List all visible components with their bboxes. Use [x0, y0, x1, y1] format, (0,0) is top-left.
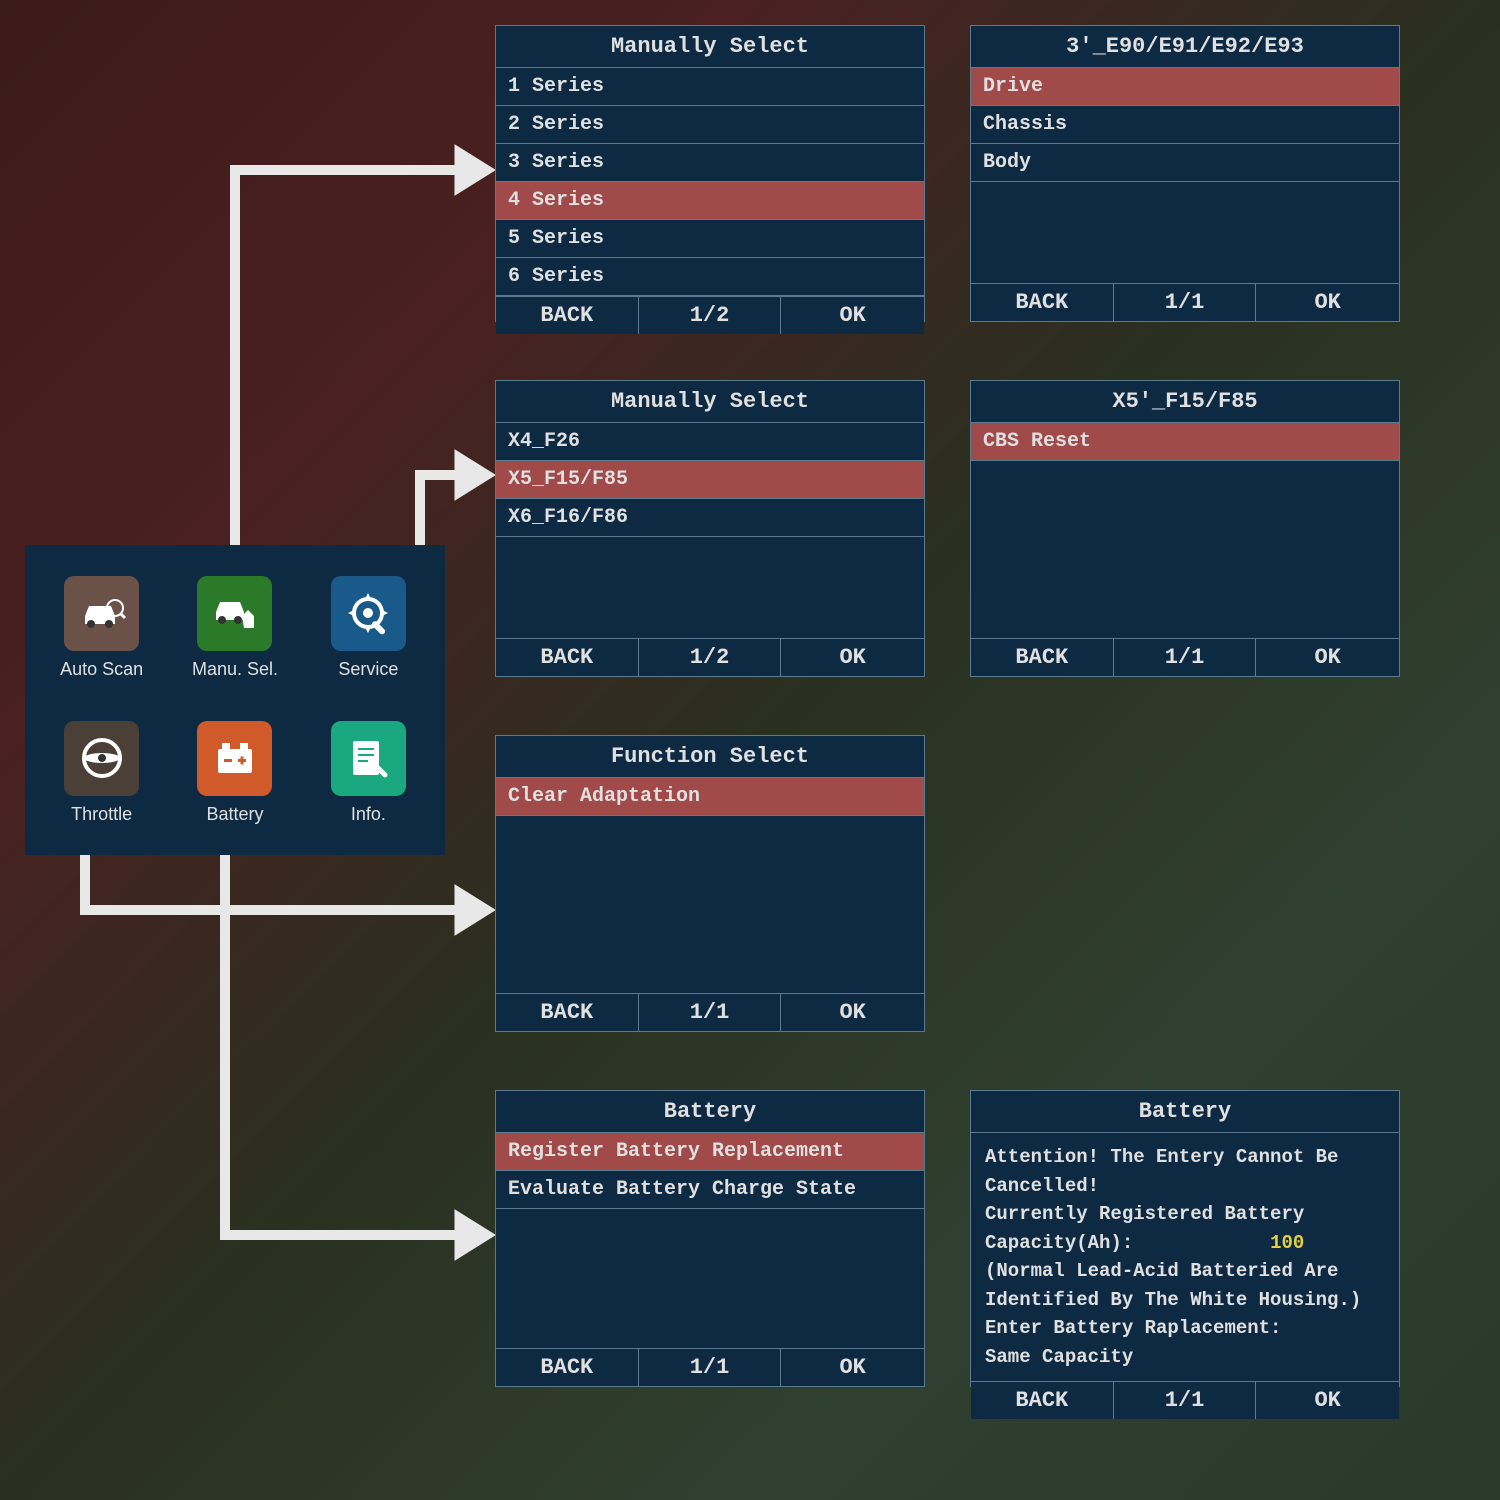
screen-title: Function Select [496, 736, 924, 778]
ok-button[interactable]: OK [1256, 284, 1399, 321]
list-item[interactable]: 1 Series [496, 68, 924, 106]
list-item[interactable]: Chassis [971, 106, 1399, 144]
screen-title: Manually Select [496, 26, 924, 68]
screen-title: Manually Select [496, 381, 924, 423]
screen-battery-info: Battery Attention! The Entery Cannot Be … [970, 1090, 1400, 1387]
menu-label: Throttle [71, 804, 132, 825]
info-text: Attention! The Entery Cannot Be Cancelle… [971, 1133, 1399, 1381]
ok-button[interactable]: OK [1256, 639, 1399, 676]
info-line: Enter Battery Raplacement: [985, 1317, 1281, 1339]
page-indicator: 1/1 [1114, 284, 1257, 321]
screen-title: Battery [496, 1091, 924, 1133]
menu-item-manusel[interactable]: Manu. Sel. [173, 560, 296, 695]
screen-manually-select-x: Manually Select X4_F26 X5_F15/F85 X6_F16… [495, 380, 925, 677]
page-indicator: 1/1 [639, 994, 782, 1031]
list-item[interactable]: CBS Reset [971, 423, 1399, 461]
back-button[interactable]: BACK [496, 1349, 639, 1386]
back-button[interactable]: BACK [496, 639, 639, 676]
list-item[interactable]: Drive [971, 68, 1399, 106]
menu-label: Auto Scan [60, 659, 143, 680]
car-hand-icon [197, 576, 272, 651]
back-button[interactable]: BACK [971, 639, 1114, 676]
screen-manually-select-series: Manually Select 1 Series 2 Series 3 Seri… [495, 25, 925, 322]
screen-title: 3'_E90/E91/E92/E93 [971, 26, 1399, 68]
throttle-icon [64, 721, 139, 796]
list-item[interactable]: 5 Series [496, 220, 924, 258]
screen-x5-f15: X5'_F15/F85 CBS Reset BACK 1/1 OK [970, 380, 1400, 677]
car-scan-icon [64, 576, 139, 651]
document-icon [331, 721, 406, 796]
list-item[interactable]: X6_F16/F86 [496, 499, 924, 537]
back-button[interactable]: BACK [971, 1382, 1114, 1419]
list-item[interactable]: Evaluate Battery Charge State [496, 1171, 924, 1209]
screen-e90-systems: 3'_E90/E91/E92/E93 Drive Chassis Body BA… [970, 25, 1400, 322]
ok-button[interactable]: OK [781, 994, 924, 1031]
menu-label: Service [338, 659, 398, 680]
page-indicator: 1/1 [1114, 1382, 1257, 1419]
menu-label: Info. [351, 804, 386, 825]
info-line: Same Capacity [985, 1346, 1133, 1368]
wrench-gear-icon [331, 576, 406, 651]
menu-item-service[interactable]: Service [307, 560, 430, 695]
page-indicator: 1/1 [639, 1349, 782, 1386]
list-item[interactable]: 3 Series [496, 144, 924, 182]
ok-button[interactable]: OK [781, 297, 924, 334]
main-menu: Auto Scan Manu. Sel. Service Throttle Ba… [25, 545, 445, 855]
screen-battery-menu: Battery Register Battery Replacement Eva… [495, 1090, 925, 1387]
info-line: (Normal Lead-Acid Batteried Are Identifi… [985, 1260, 1361, 1311]
list-item[interactable]: 6 Series [496, 258, 924, 296]
screen-title: X5'_F15/F85 [971, 381, 1399, 423]
menu-item-battery[interactable]: Battery [173, 705, 296, 840]
battery-icon [197, 721, 272, 796]
ok-button[interactable]: OK [781, 639, 924, 676]
page-indicator: 1/2 [639, 639, 782, 676]
list-item[interactable]: Body [971, 144, 1399, 182]
list-item[interactable]: X5_F15/F85 [496, 461, 924, 499]
list-item[interactable]: Clear Adaptation [496, 778, 924, 816]
menu-label: Battery [206, 804, 263, 825]
capacity-value: 100 [1270, 1232, 1304, 1254]
back-button[interactable]: BACK [496, 297, 639, 334]
list-item[interactable]: 2 Series [496, 106, 924, 144]
menu-item-autoscan[interactable]: Auto Scan [40, 560, 163, 695]
back-button[interactable]: BACK [971, 284, 1114, 321]
info-line: Currently Registered Battery Capacity(Ah… [985, 1203, 1304, 1254]
list-item[interactable]: 4 Series [496, 182, 924, 220]
ok-button[interactable]: OK [781, 1349, 924, 1386]
list-item[interactable]: Register Battery Replacement [496, 1133, 924, 1171]
screen-title: Battery [971, 1091, 1399, 1133]
page-indicator: 1/2 [639, 297, 782, 334]
list-item[interactable]: X4_F26 [496, 423, 924, 461]
page-indicator: 1/1 [1114, 639, 1257, 676]
menu-label: Manu. Sel. [192, 659, 278, 680]
screen-function-select: Function Select Clear Adaptation BACK 1/… [495, 735, 925, 1032]
menu-item-throttle[interactable]: Throttle [40, 705, 163, 840]
ok-button[interactable]: OK [1256, 1382, 1399, 1419]
back-button[interactable]: BACK [496, 994, 639, 1031]
info-line: Attention! The Entery Cannot Be Cancelle… [985, 1146, 1338, 1197]
menu-item-info[interactable]: Info. [307, 705, 430, 840]
